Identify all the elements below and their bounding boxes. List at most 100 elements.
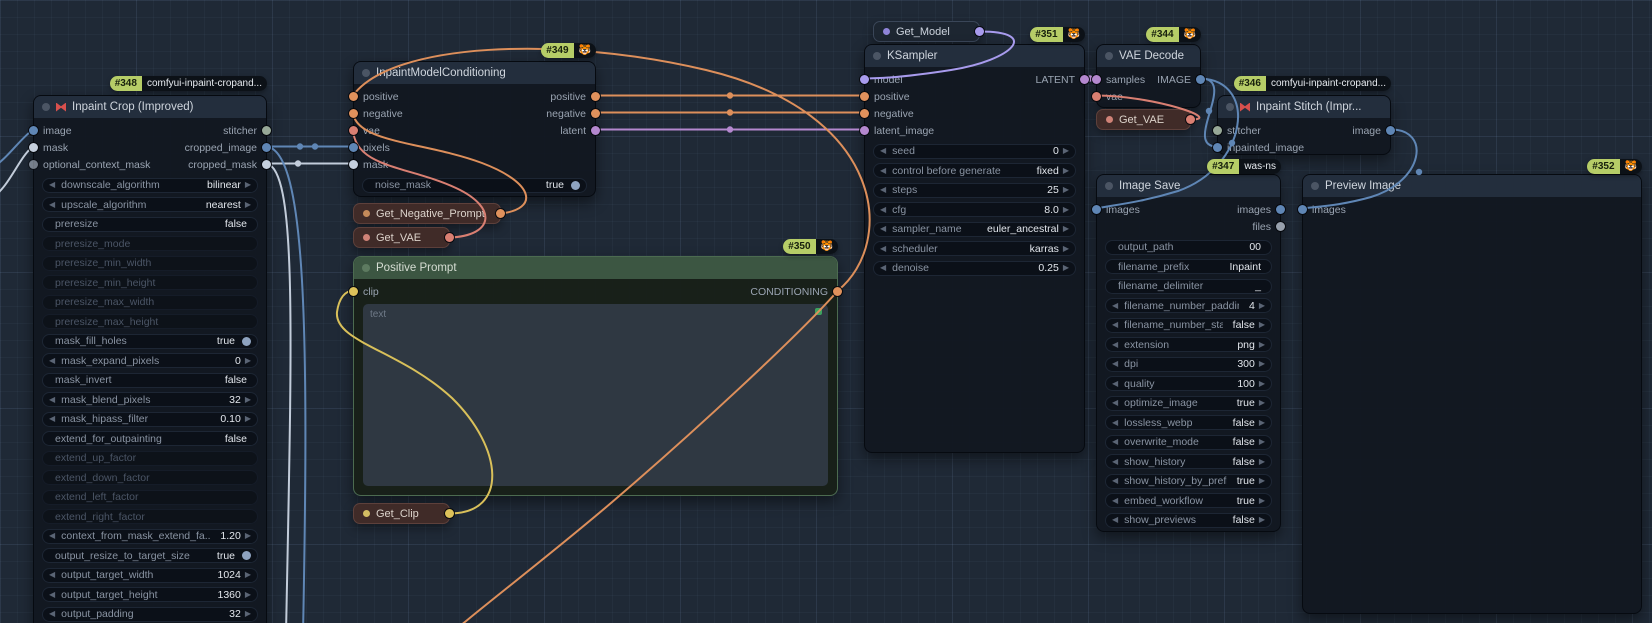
node-header[interactable]: KSampler [865, 45, 1084, 67]
widget-preresize[interactable]: preresize false [42, 217, 258, 232]
decrement-icon[interactable]: ◀ [880, 147, 886, 155]
increment-icon[interactable]: ▶ [245, 571, 251, 579]
widget-optimize_image[interactable]: ◀ optimize_image true ▶ [1105, 396, 1272, 411]
node-header[interactable]: VAE Decode [1097, 45, 1200, 67]
node-header[interactable]: Inpaint Stitch (Impr... [1218, 96, 1390, 118]
collapse-dot-icon[interactable] [1105, 182, 1113, 190]
collapse-dot-icon[interactable] [1226, 103, 1234, 111]
increment-icon[interactable]: ▶ [1259, 341, 1265, 349]
decrement-icon[interactable]: ◀ [49, 610, 55, 618]
input-port-inpainted-image[interactable] [1213, 143, 1222, 152]
input-port-clip[interactable] [349, 287, 358, 296]
output-port-image[interactable] [1196, 75, 1205, 84]
decrement-icon[interactable]: ◀ [49, 415, 55, 423]
input-port-negative[interactable] [860, 109, 869, 118]
widget-quality[interactable]: ◀ quality 100 ▶ [1105, 376, 1272, 391]
node-header[interactable]: Positive Prompt [354, 257, 837, 279]
widget-mask_invert[interactable]: mask_invert false [42, 373, 258, 388]
increment-icon[interactable]: ▶ [1259, 438, 1265, 446]
node-get-vae-right[interactable]: Get_VAE [1096, 109, 1191, 130]
node-get-model[interactable]: Get_Model [873, 21, 980, 42]
input-port-model[interactable] [860, 75, 869, 84]
input-port-stitcher[interactable] [1213, 126, 1222, 135]
input-port-vae[interactable] [1092, 92, 1101, 101]
decrement-icon[interactable]: ◀ [1112, 516, 1118, 524]
decrement-icon[interactable]: ◀ [49, 357, 55, 365]
widget-scheduler[interactable]: ◀ scheduler karras ▶ [873, 241, 1076, 256]
output-port-model[interactable] [975, 27, 984, 36]
increment-icon[interactable]: ▶ [1259, 419, 1265, 427]
output-port-images[interactable] [1276, 205, 1285, 214]
increment-icon[interactable]: ▶ [1063, 245, 1069, 253]
widget-denoise[interactable]: ◀ denoise 0.25 ▶ [873, 261, 1076, 276]
widget-output_padding[interactable]: ◀ output_padding 32 ▶ [42, 607, 258, 622]
collapse-dot-icon[interactable] [1106, 116, 1113, 123]
collapse-dot-icon[interactable] [363, 210, 370, 217]
collapse-dot-icon[interactable] [873, 52, 881, 60]
widget-mask_hipass_filter[interactable]: ◀ mask_hipass_filter 0.10 ▶ [42, 412, 258, 427]
output-port-conditioning[interactable] [833, 287, 842, 296]
increment-icon[interactable]: ▶ [1259, 399, 1265, 407]
widget-show_history_by_prefix[interactable]: ◀ show_history_by_prefix true ▶ [1105, 474, 1272, 489]
increment-icon[interactable]: ▶ [245, 591, 251, 599]
decrement-icon[interactable]: ◀ [880, 206, 886, 214]
widget-output_path[interactable]: output_path 00 [1105, 240, 1272, 255]
collapse-dot-icon[interactable] [363, 510, 370, 517]
decrement-icon[interactable]: ◀ [49, 181, 55, 189]
decrement-icon[interactable]: ◀ [1112, 458, 1118, 466]
input-port-negative[interactable] [349, 109, 358, 118]
decrement-icon[interactable]: ◀ [49, 532, 55, 540]
collapse-dot-icon[interactable] [1311, 182, 1319, 190]
increment-icon[interactable]: ▶ [1259, 497, 1265, 505]
widget-noise_mask[interactable]: noise_mask true [362, 178, 587, 193]
increment-icon[interactable]: ▶ [1063, 264, 1069, 272]
widget-cfg[interactable]: ◀ cfg 8.0 ▶ [873, 202, 1076, 217]
widget-filename_prefix[interactable]: filename_prefix Inpaint [1105, 259, 1272, 274]
widget-embed_workflow[interactable]: ◀ embed_workflow true ▶ [1105, 493, 1272, 508]
widget-mask_blend_pixels[interactable]: ◀ mask_blend_pixels 32 ▶ [42, 392, 258, 407]
widget-extension[interactable]: ◀ extension png ▶ [1105, 337, 1272, 352]
text-widget-icon[interactable] [815, 308, 822, 315]
output-port-cropped-image[interactable] [262, 143, 271, 152]
input-port-latent-image[interactable] [860, 126, 869, 135]
collapse-dot-icon[interactable] [363, 234, 370, 241]
decrement-icon[interactable]: ◀ [880, 245, 886, 253]
increment-icon[interactable]: ▶ [1259, 516, 1265, 524]
widget-context_from_mask_extend_factor[interactable]: ◀ context_from_mask_extend_fa... 1.20 ▶ [42, 529, 258, 544]
decrement-icon[interactable]: ◀ [1112, 477, 1118, 485]
output-port-files[interactable] [1276, 222, 1285, 231]
node-vae-decode[interactable]: VAE Decode samples IMAGE vae [1096, 44, 1201, 108]
widget-sampler_name[interactable]: ◀ sampler_name euler_ancestral ▶ [873, 222, 1076, 237]
node-inpaint-model-conditioning[interactable]: InpaintModelConditioning positive positi… [353, 61, 596, 197]
node-header[interactable]: Image Save [1097, 175, 1280, 197]
output-port-clip[interactable] [445, 509, 454, 518]
increment-icon[interactable]: ▶ [1063, 167, 1069, 175]
decrement-icon[interactable]: ◀ [1112, 419, 1118, 427]
input-port-images[interactable] [1092, 205, 1101, 214]
output-port-latent[interactable] [1080, 75, 1089, 84]
increment-icon[interactable]: ▶ [1259, 477, 1265, 485]
widget-output_target_height[interactable]: ◀ output_target_height 1360 ▶ [42, 587, 258, 602]
node-preview-image[interactable]: Preview Image images [1302, 174, 1642, 614]
decrement-icon[interactable]: ◀ [1112, 399, 1118, 407]
widget-dpi[interactable]: ◀ dpi 300 ▶ [1105, 357, 1272, 372]
widget-show_history[interactable]: ◀ show_history false ▶ [1105, 454, 1272, 469]
input-port-pixels[interactable] [349, 143, 358, 152]
output-port-image[interactable] [1386, 126, 1395, 135]
decrement-icon[interactable]: ◀ [1112, 341, 1118, 349]
increment-icon[interactable]: ▶ [1063, 147, 1069, 155]
output-port-cropped-mask[interactable] [262, 160, 271, 169]
input-port-mask[interactable] [349, 160, 358, 169]
widget-filename_number_start[interactable]: ◀ filename_number_start false ▶ [1105, 318, 1272, 333]
input-port-positive[interactable] [860, 92, 869, 101]
output-port-negative[interactable] [591, 109, 600, 118]
output-port-vae[interactable] [1186, 115, 1195, 124]
input-port-vae[interactable] [349, 126, 358, 135]
decrement-icon[interactable]: ◀ [880, 225, 886, 233]
decrement-icon[interactable]: ◀ [49, 396, 55, 404]
decrement-icon[interactable]: ◀ [1112, 302, 1118, 310]
widget-show_previews[interactable]: ◀ show_previews false ▶ [1105, 513, 1272, 528]
widget-output_target_width[interactable]: ◀ output_target_width 1024 ▶ [42, 568, 258, 583]
node-inpaint-crop[interactable]: Inpaint Crop (Improved) image stitcher m… [33, 95, 267, 623]
toggle-knob-icon[interactable] [242, 337, 251, 346]
